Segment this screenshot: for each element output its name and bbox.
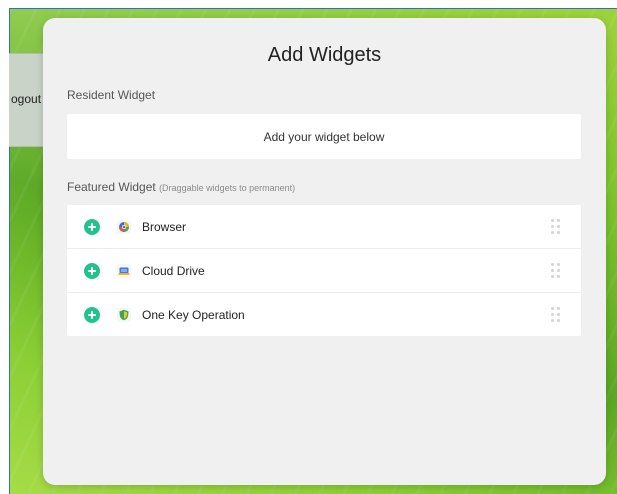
featured-widget-hint: (Draggable widgets to permanent): [159, 183, 296, 193]
drag-handle-icon[interactable]: [551, 263, 560, 278]
featured-widget-list: Browser Cloud Drive One Key Operation: [67, 205, 581, 336]
add-widgets-dialog: Add Widgets Resident Widget Add your wid…: [43, 18, 606, 485]
resident-widget-label-text: Resident Widget: [67, 88, 156, 102]
resident-widget-empty-text: Add your widget below: [263, 129, 385, 144]
dialog-title: Add Widgets: [267, 44, 382, 66]
one-key-operation-icon: [117, 307, 131, 322]
resident-widget-dropzone[interactable]: Add your widget below: [67, 114, 581, 159]
drag-handle-icon[interactable]: [551, 219, 560, 234]
widget-row-cloud-drive[interactable]: Cloud Drive: [67, 249, 581, 293]
resident-widget-label: Resident Widget: [67, 88, 155, 102]
widget-name: Cloud Drive: [142, 263, 205, 278]
add-browser-button[interactable]: [84, 218, 100, 235]
add-one-key-operation-button[interactable]: [84, 306, 100, 323]
widget-name: One Key Operation: [142, 307, 245, 322]
browser-icon: [117, 219, 131, 234]
logout-label[interactable]: ogout: [11, 92, 41, 106]
widget-row-one-key-operation[interactable]: One Key Operation: [67, 293, 581, 336]
featured-widget-label-text: Featured Widget: [67, 180, 156, 194]
add-cloud-drive-button[interactable]: [84, 262, 100, 279]
drag-handle-icon[interactable]: [551, 307, 560, 322]
widget-row-browser[interactable]: Browser: [67, 205, 581, 249]
widget-name: Browser: [142, 219, 187, 234]
cloud-drive-icon: [117, 263, 131, 278]
featured-widget-label: Featured Widget (Draggable widgets to pe…: [67, 180, 295, 194]
